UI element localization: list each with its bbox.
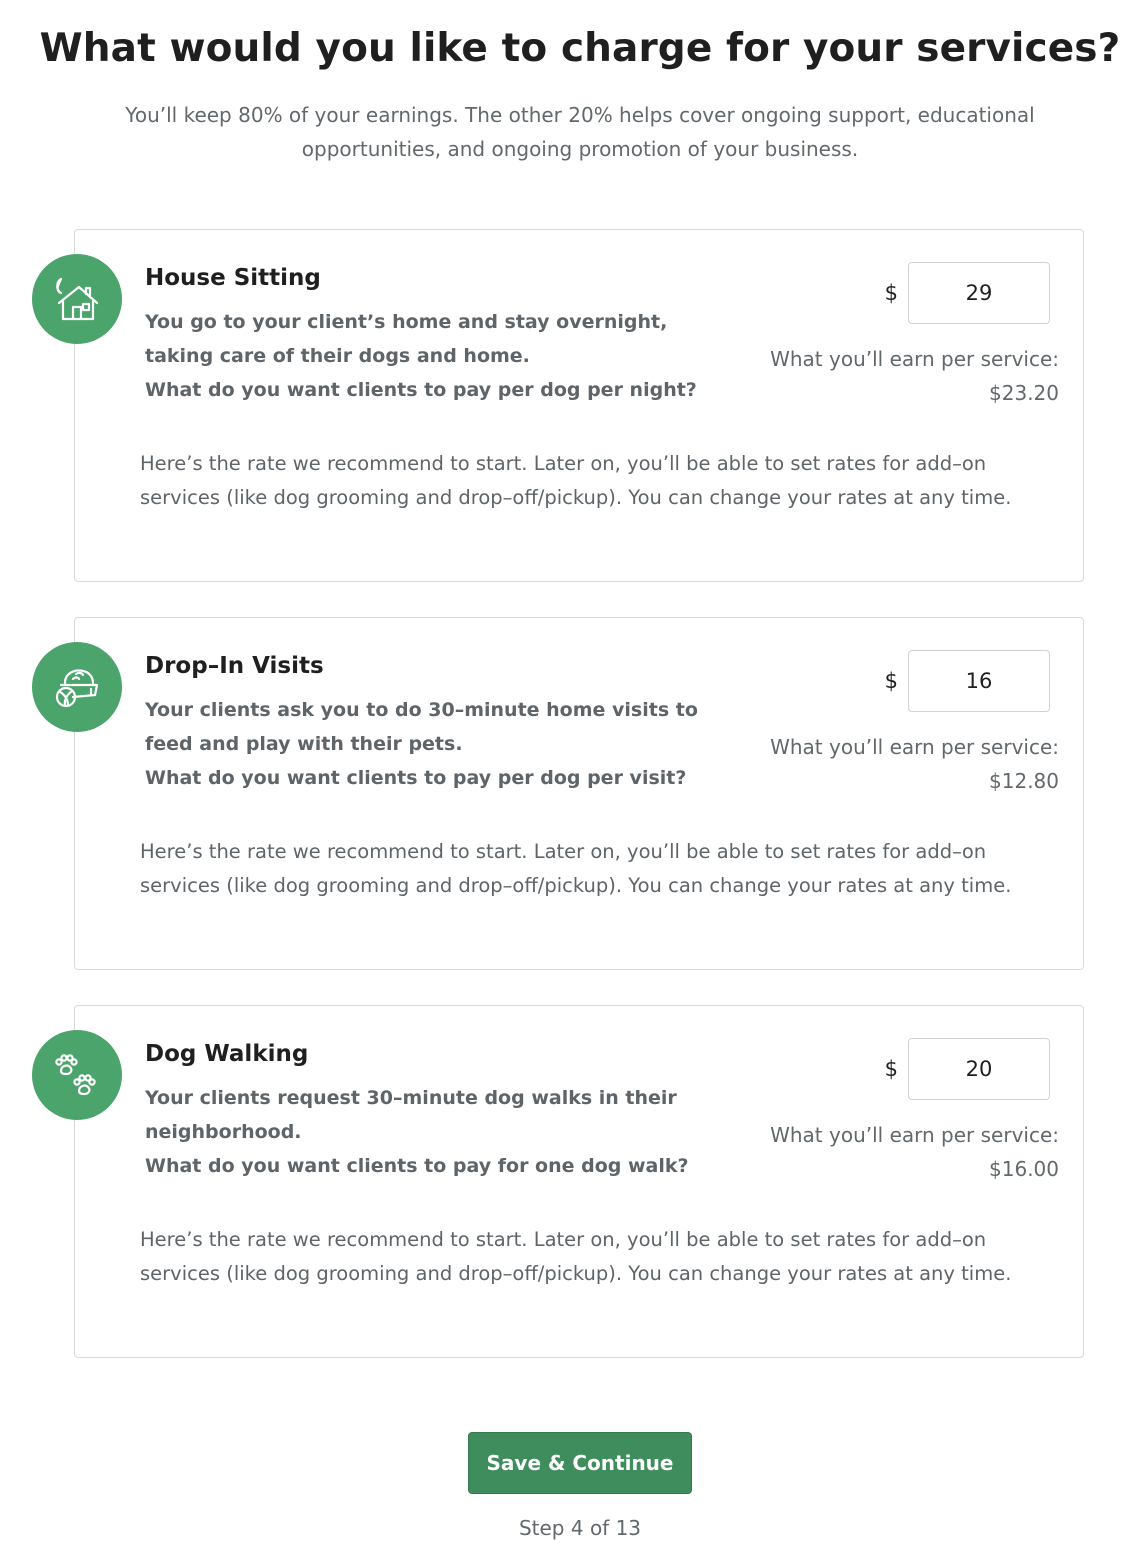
rate-input-drop-in-visits[interactable] [908,650,1050,712]
service-question: What do you want clients to pay per dog … [145,379,697,401]
earn-label: What you’ll earn per service: [770,347,1059,371]
earn-amount: $12.80 [989,769,1059,793]
service-description: You go to your client’s home and stay ov… [145,311,668,367]
rate-row: $ [885,650,1050,712]
rate-input-dog-walking[interactable] [908,1038,1050,1100]
paw-prints-icon [32,1030,122,1120]
save-continue-button[interactable]: Save & Continue [468,1432,692,1494]
service-title: Dog Walking [145,1041,309,1067]
service-question: What do you want clients to pay per dog … [145,767,687,789]
rate-row: $ [885,262,1050,324]
currency-symbol: $ [884,1057,898,1081]
earn-label: What you’ll earn per service: [770,735,1059,759]
service-card-drop-in-visits: Drop–In Visits Your clients ask you to d… [32,617,1084,970]
service-card-dog-walking: Dog Walking Your clients request 30–minu… [32,1005,1084,1358]
recommendation-text: Here’s the rate we recommend to start. L… [140,840,1012,897]
currency-symbol: $ [884,281,898,305]
earn-amount: $16.00 [989,1157,1059,1181]
rate-input-house-sitting[interactable] [908,262,1050,324]
recommendation-text: Here’s the rate we recommend to start. L… [140,1228,1012,1285]
food-bowl-icon [32,642,122,732]
house-moon-icon [32,254,122,344]
step-indicator: Step 4 of 13 [518,1516,642,1540]
service-description-block: Your clients request 30–minute dog walks… [145,1081,725,1183]
service-description-block: Your clients ask you to do 30–minute hom… [145,693,725,795]
page-title: What would you like to charge for your s… [39,26,1121,71]
service-title: House Sitting [145,265,321,291]
service-title: Drop–In Visits [145,653,324,679]
currency-symbol: $ [884,669,898,693]
service-description: Your clients ask you to do 30–minute hom… [145,699,698,755]
rate-row: $ [885,1038,1050,1100]
recommendation-text: Here’s the rate we recommend to start. L… [140,452,1012,509]
page-subtitle: You’ll keep 80% of your earnings. The ot… [125,103,1035,161]
service-description-block: You go to your client’s home and stay ov… [145,305,725,407]
service-card-house-sitting: House Sitting You go to your client’s ho… [32,229,1084,582]
service-question: What do you want clients to pay for one … [145,1155,689,1177]
earn-amount: $23.20 [989,381,1059,405]
service-description: Your clients request 30–minute dog walks… [145,1087,677,1143]
earn-label: What you’ll earn per service: [770,1123,1059,1147]
